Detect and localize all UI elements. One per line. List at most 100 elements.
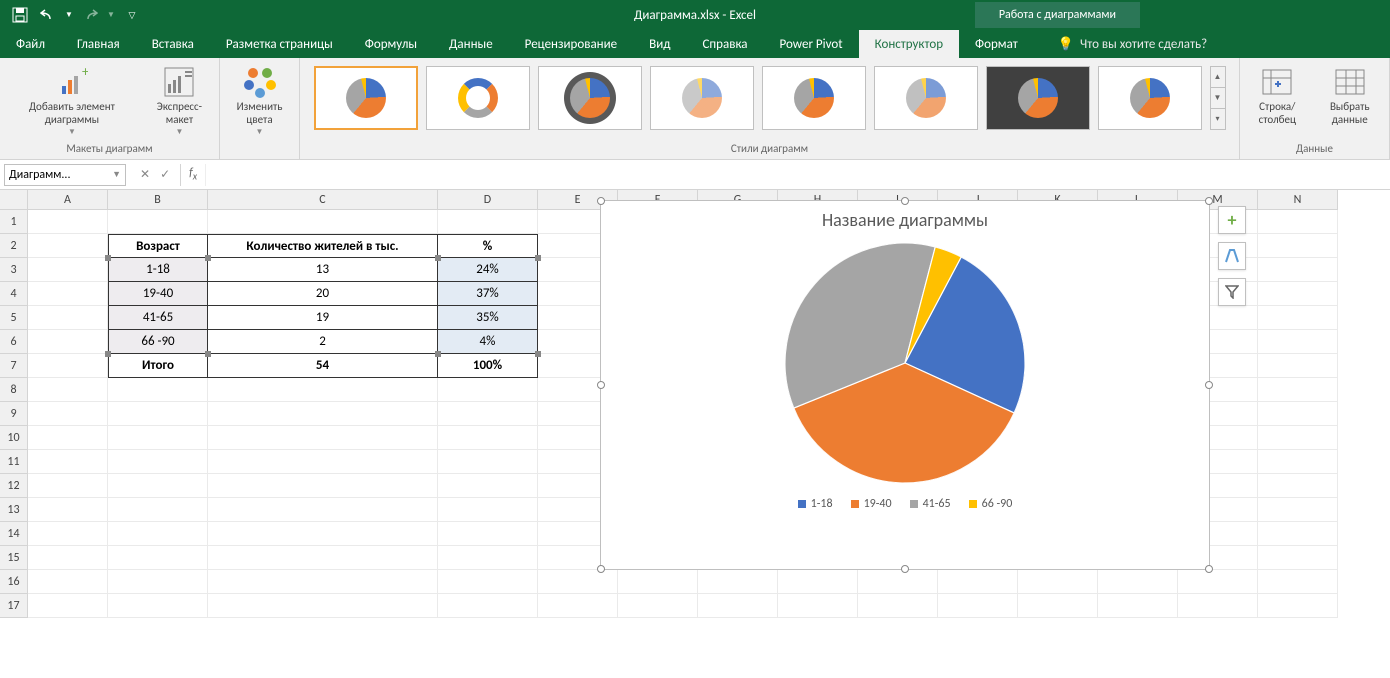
data-cell[interactable]: 35%	[438, 306, 538, 330]
cell[interactable]	[108, 474, 208, 498]
data-cell[interactable]: 100%	[438, 354, 538, 378]
data-cell[interactable]: 37%	[438, 282, 538, 306]
cell[interactable]	[108, 210, 208, 234]
row-header[interactable]: 6	[0, 330, 28, 354]
row-header[interactable]: 13	[0, 498, 28, 522]
cell[interactable]	[438, 594, 538, 618]
data-cell[interactable]: %	[438, 234, 538, 258]
data-cell[interactable]: 2	[208, 330, 438, 354]
chevron-down-icon[interactable]: ▼	[112, 169, 121, 180]
cell[interactable]	[28, 546, 108, 570]
data-cell[interactable]: 54	[208, 354, 438, 378]
cell[interactable]	[208, 546, 438, 570]
data-cell[interactable]: 41-65	[108, 306, 208, 330]
cell[interactable]	[28, 594, 108, 618]
tab-главная[interactable]: Главная	[61, 30, 136, 58]
cell[interactable]	[1258, 306, 1338, 330]
name-box[interactable]: Диаграмм...▼	[4, 164, 126, 186]
data-cell[interactable]: 4%	[438, 330, 538, 354]
col-header[interactable]: N	[1258, 190, 1338, 210]
undo-icon[interactable]	[36, 3, 60, 27]
chart-object[interactable]: Название диаграммы 1-1819-4041-6566 -90	[600, 200, 1210, 570]
cell[interactable]	[108, 522, 208, 546]
cell[interactable]	[1258, 474, 1338, 498]
quick-layout-button[interactable]: Экспресс-макет ▼	[146, 66, 213, 138]
qat-customize-icon[interactable]: ▽	[120, 3, 144, 27]
tab-формулы[interactable]: Формулы	[349, 30, 433, 58]
cell[interactable]	[28, 498, 108, 522]
pie-chart[interactable]	[785, 243, 1025, 483]
cell[interactable]	[618, 594, 698, 618]
row-header[interactable]: 9	[0, 402, 28, 426]
chart-style-1[interactable]	[314, 66, 418, 130]
tab-разметка страницы[interactable]: Разметка страницы	[210, 30, 349, 58]
formula-input[interactable]	[205, 164, 1390, 186]
row-header[interactable]: 12	[0, 474, 28, 498]
row-header[interactable]: 11	[0, 450, 28, 474]
chart-style-4[interactable]	[650, 66, 754, 130]
cell[interactable]	[28, 306, 108, 330]
cell[interactable]	[1098, 594, 1178, 618]
chart-style-2[interactable]	[426, 66, 530, 130]
chart-styles-button[interactable]	[1218, 242, 1246, 270]
tab-power pivot[interactable]: Power Pivot	[764, 30, 859, 58]
row-header[interactable]: 1	[0, 210, 28, 234]
tab-формат[interactable]: Формат	[959, 30, 1034, 58]
chart-style-7[interactable]	[986, 66, 1090, 130]
row-header[interactable]: 14	[0, 522, 28, 546]
worksheet-grid[interactable]: ABCDEFGHIJKLMN 1234567891011121314151617…	[0, 190, 1390, 678]
cell[interactable]	[208, 594, 438, 618]
cell[interactable]	[28, 450, 108, 474]
data-cell[interactable]: Возраст	[108, 234, 208, 258]
cell[interactable]	[208, 210, 438, 234]
tab-справка[interactable]: Справка	[686, 30, 763, 58]
cell[interactable]	[1178, 594, 1258, 618]
row-header[interactable]: 7	[0, 354, 28, 378]
cell[interactable]	[208, 378, 438, 402]
cell[interactable]	[1178, 570, 1258, 594]
tab-данные[interactable]: Данные	[433, 30, 509, 58]
cell[interactable]	[108, 450, 208, 474]
row-header[interactable]: 8	[0, 378, 28, 402]
data-cell[interactable]: 13	[208, 258, 438, 282]
cell[interactable]	[108, 378, 208, 402]
cell[interactable]	[1258, 498, 1338, 522]
row-header[interactable]: 3	[0, 258, 28, 282]
cell[interactable]	[1258, 426, 1338, 450]
col-header[interactable]: B	[108, 190, 208, 210]
cell[interactable]	[28, 570, 108, 594]
row-header[interactable]: 4	[0, 282, 28, 306]
cell[interactable]	[1018, 594, 1098, 618]
cell[interactable]	[108, 498, 208, 522]
col-header[interactable]: A	[28, 190, 108, 210]
gallery-scroll[interactable]: ▲▼▾	[1210, 66, 1226, 130]
enter-icon[interactable]: ✓	[160, 167, 170, 182]
data-cell[interactable]: Итого	[108, 354, 208, 378]
chart-filter-button[interactable]	[1218, 278, 1246, 306]
cell[interactable]	[28, 522, 108, 546]
cell[interactable]	[1258, 282, 1338, 306]
legend-item[interactable]: 41-65	[910, 497, 951, 511]
change-colors-button[interactable]: Изменить цвета ▼	[226, 66, 293, 138]
cell[interactable]	[438, 402, 538, 426]
cell[interactable]	[438, 450, 538, 474]
cell[interactable]	[1258, 354, 1338, 378]
cell[interactable]	[28, 426, 108, 450]
data-cell[interactable]: 1-18	[108, 258, 208, 282]
cell[interactable]	[1098, 570, 1178, 594]
cell[interactable]	[438, 426, 538, 450]
cell[interactable]	[438, 570, 538, 594]
cell[interactable]	[938, 570, 1018, 594]
cell[interactable]	[108, 426, 208, 450]
cell[interactable]	[1258, 450, 1338, 474]
tab-файл[interactable]: Файл	[0, 30, 61, 58]
cell[interactable]	[28, 378, 108, 402]
col-header[interactable]: C	[208, 190, 438, 210]
cell[interactable]	[438, 474, 538, 498]
cell[interactable]	[938, 594, 1018, 618]
cell[interactable]	[208, 522, 438, 546]
select-data-button[interactable]: Выбрать данные	[1317, 66, 1383, 126]
cell[interactable]	[1258, 546, 1338, 570]
select-all-corner[interactable]	[0, 190, 28, 210]
legend-item[interactable]: 1-18	[798, 497, 833, 511]
